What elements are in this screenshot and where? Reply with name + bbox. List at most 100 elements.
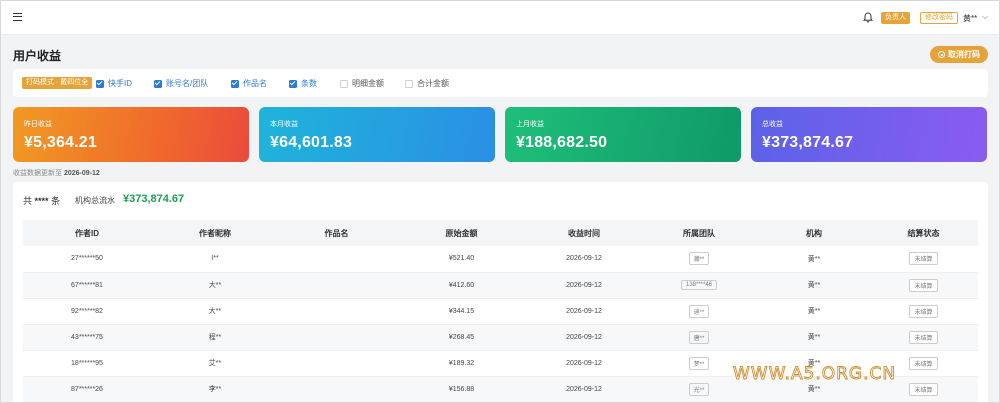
checkbox-author-id[interactable]: 快手ID xyxy=(96,78,132,89)
checkbox-checked-icon[interactable] xyxy=(289,79,297,88)
watermark-text: WWW.A5.ORG.CN xyxy=(733,364,897,385)
data-update-note: 收益数据更新至 2026-09-12 xyxy=(13,168,100,178)
team-tag: 光** xyxy=(688,382,710,396)
column-header[interactable]: 收益时间 xyxy=(529,220,639,246)
stat-card-total: 总收益 ¥373,874.67 xyxy=(751,107,987,162)
earning-time: 2026-09-12 xyxy=(529,324,639,351)
page-title: 用户收益 xyxy=(13,49,62,63)
change-password-button[interactable]: 修改密码 xyxy=(920,12,958,24)
checkbox-label: 合计金额 xyxy=(417,79,449,88)
column-header[interactable]: 所属团队 xyxy=(639,220,759,246)
table-row[interactable]: 43******75 程** ¥268.45 2026-09-12 唐** 黄*… xyxy=(23,324,978,351)
team-cell: 瀚** xyxy=(639,246,759,273)
org-name: 黄** xyxy=(759,246,869,273)
original-amount: ¥156.88 xyxy=(394,376,529,402)
checkbox-unchecked-icon[interactable] xyxy=(340,79,348,88)
status-badge: 未结算 xyxy=(909,252,938,266)
status-badge: 未结算 xyxy=(909,382,938,396)
stat-value: ¥64,601.83 xyxy=(270,134,353,151)
update-note-date: 2026-09-12 xyxy=(63,170,100,177)
team-tag: 138****46 xyxy=(680,280,718,290)
checkbox-work-name[interactable]: 作品名 xyxy=(231,78,267,89)
checkbox-label: 快手ID xyxy=(108,79,132,88)
checkbox-total-amount[interactable]: 合计金额 xyxy=(405,78,449,89)
stat-card-yesterday: 昨日收益 ¥5,364.21 xyxy=(13,107,249,162)
earning-time: 2026-09-12 xyxy=(529,298,639,325)
table-row[interactable]: 27******50 I** ¥521.40 2026-09-12 瀚** 黄*… xyxy=(23,246,978,273)
chevron-down-icon[interactable]: ⌵ xyxy=(982,12,988,22)
column-header[interactable]: 结算状态 xyxy=(869,220,978,246)
checkbox-unchecked-icon[interactable] xyxy=(405,79,413,88)
cancel-print-button[interactable]: 取消打码 xyxy=(930,46,988,63)
status-cell: 未结算 xyxy=(869,272,978,299)
work-name xyxy=(279,324,394,351)
original-amount: ¥268.45 xyxy=(394,324,529,351)
total-flow-value: ¥373,874.67 xyxy=(123,193,185,205)
org-name: 黄** xyxy=(759,272,869,299)
total-flow-label: 机构总流水 xyxy=(75,196,115,205)
author-id: 92******82 xyxy=(23,298,151,325)
role-badge: 负责人 xyxy=(881,12,910,24)
status-badge: 未结算 xyxy=(909,304,938,318)
stat-card-last-month: 上月收益 ¥188,682.50 xyxy=(505,107,741,162)
work-name xyxy=(279,298,394,325)
menu-toggle-icon[interactable] xyxy=(13,13,22,21)
checkbox-account-team[interactable]: 账号名/团队 xyxy=(154,78,208,89)
column-header[interactable]: 作者昵称 xyxy=(151,220,279,246)
checkbox-checked-icon[interactable] xyxy=(96,79,104,88)
work-name xyxy=(279,350,394,377)
user-name[interactable]: 黄** xyxy=(963,13,977,24)
bell-icon[interactable] xyxy=(863,12,873,23)
count-prefix: 共 xyxy=(23,196,33,206)
stat-value: ¥373,874.67 xyxy=(762,134,854,151)
author-id: 43******75 xyxy=(23,324,151,351)
earning-time: 2026-09-12 xyxy=(529,376,639,402)
column-header[interactable]: 原始金额 xyxy=(394,220,529,246)
column-header[interactable]: 作者ID xyxy=(23,220,151,246)
table-row[interactable]: 92******82 大** ¥344.15 2026-09-12 迪** 黄*… xyxy=(23,298,978,325)
column-header[interactable]: 机构 xyxy=(759,220,869,246)
author-nickname: 大** xyxy=(151,298,279,325)
checkbox-checked-icon[interactable] xyxy=(154,79,162,88)
team-tag: 梦** xyxy=(688,356,710,370)
update-note-label: 收益数据更新至 xyxy=(13,170,62,177)
work-name xyxy=(279,246,394,273)
stat-card-this-month: 本月收益 ¥64,601.83 xyxy=(259,107,495,162)
column-header[interactable]: 作品名 xyxy=(279,220,394,246)
earning-time: 2026-09-12 xyxy=(529,246,639,273)
original-amount: ¥521.40 xyxy=(394,246,529,273)
author-nickname: 大** xyxy=(151,272,279,299)
checkbox-label: 明细金额 xyxy=(352,79,384,88)
stat-label: 总收益 xyxy=(762,121,783,128)
author-nickname: 艾** xyxy=(151,350,279,377)
original-amount: ¥189.32 xyxy=(394,350,529,377)
status-cell: 未结算 xyxy=(869,298,978,325)
earning-time: 2026-09-12 xyxy=(529,350,639,377)
author-id: 67******81 xyxy=(23,272,151,299)
author-nickname: I** xyxy=(151,246,279,273)
status-badge: 未结算 xyxy=(909,356,938,370)
stat-value: ¥5,364.21 xyxy=(24,134,97,151)
checkbox-detail-amount[interactable]: 明细金额 xyxy=(340,78,384,89)
status-cell: 未结算 xyxy=(869,324,978,351)
work-name xyxy=(279,272,394,299)
team-cell: 138****46 xyxy=(639,272,759,299)
team-tag: 唐** xyxy=(688,330,710,344)
record-count: 共 **** 条 xyxy=(23,194,60,207)
status-badge: 未结算 xyxy=(909,330,938,344)
work-name xyxy=(279,376,394,402)
stat-value: ¥188,682.50 xyxy=(516,134,608,151)
checkbox-checked-icon[interactable] xyxy=(231,79,239,88)
checkbox-count[interactable]: 条数 xyxy=(289,78,317,89)
checkbox-label: 条数 xyxy=(301,79,317,88)
count-value: **** xyxy=(34,196,49,206)
team-cell: 唐** xyxy=(639,324,759,351)
original-amount: ¥412.60 xyxy=(394,272,529,299)
team-tag: 瀚** xyxy=(688,252,710,266)
team-cell: 迪** xyxy=(639,298,759,325)
count-suffix: 条 xyxy=(51,196,61,206)
earning-time: 2026-09-12 xyxy=(529,272,639,299)
top-bar: 负责人 修改密码 黄** ⌵ xyxy=(1,1,999,35)
stat-label: 上月收益 xyxy=(516,121,544,128)
table-row[interactable]: 67******81 大** ¥412.60 2026-09-12 138***… xyxy=(23,272,978,299)
